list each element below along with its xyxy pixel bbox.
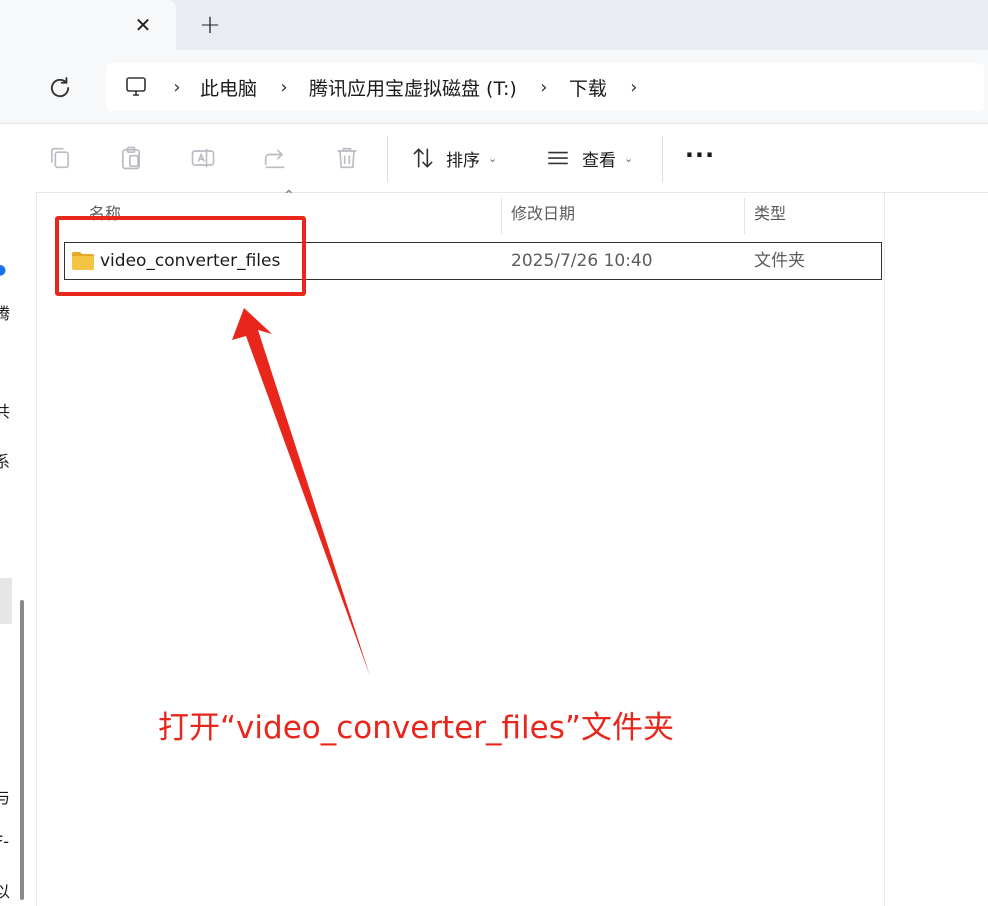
nav-item-fragment[interactable]: 共 [0, 398, 10, 422]
toolbar-divider [662, 136, 663, 182]
nav-item-fragment[interactable]: 与 [0, 784, 10, 808]
tab-bar: ✕ + [0, 0, 988, 50]
column-header-type[interactable]: 类型 [754, 192, 786, 236]
column-header-modified[interactable]: 修改日期 [511, 192, 575, 236]
list-view-icon [544, 145, 572, 171]
highlight-box [55, 216, 306, 296]
command-bar: 排序 ⌄ 查看 ⌄ ··· [0, 124, 988, 193]
view-button[interactable]: 查看 ⌄ [544, 142, 633, 174]
sort-ascending-icon: ⌃ [283, 188, 295, 204]
breadcrumb: › 此电脑 › 腾讯应用宝虚拟磁盘 (T:) › 下载 › [162, 63, 649, 111]
nav-selected-item[interactable] [0, 578, 12, 624]
nav-item-fragment[interactable]: F- [0, 832, 9, 851]
file-type: 文件夹 [754, 251, 805, 271]
breadcrumb-separator[interactable]: › [529, 77, 559, 98]
breadcrumb-separator[interactable]: › [162, 77, 192, 98]
navigation-pane: 腾 ● 共 系 与 F- 以 [0, 192, 37, 906]
toolbar-divider [387, 136, 388, 182]
breadcrumb-downloads[interactable]: 下载 [569, 74, 607, 101]
nav-item-fragment[interactable]: 以 [0, 878, 10, 902]
refresh-icon[interactable] [46, 74, 74, 102]
sort-label: 排序 [446, 150, 480, 171]
column-divider[interactable] [501, 198, 502, 234]
active-tab[interactable]: ✕ [0, 0, 176, 50]
column-divider[interactable] [744, 198, 745, 234]
file-modified-date: 2025/7/26 10:40 [511, 251, 653, 271]
nav-item-fragment[interactable]: 系 [0, 448, 10, 472]
close-tab-icon[interactable]: ✕ [130, 12, 156, 38]
share-icon[interactable] [261, 144, 289, 172]
sort-icon [410, 145, 436, 171]
view-label: 查看 [582, 150, 616, 171]
pane-divider [884, 192, 885, 906]
chevron-down-icon: ⌄ [624, 151, 634, 165]
paste-icon[interactable] [117, 144, 145, 172]
address-bar[interactable]: › 此电脑 › 腾讯应用宝虚拟磁盘 (T:) › 下载 › [106, 63, 984, 111]
breadcrumb-separator[interactable]: › [619, 77, 649, 98]
copy-icon[interactable] [46, 144, 74, 172]
new-tab-button[interactable]: + [196, 11, 224, 39]
delete-icon[interactable] [333, 144, 361, 172]
sort-button[interactable]: 排序 ⌄ [410, 142, 497, 174]
nav-scrollbar[interactable] [20, 600, 24, 900]
rename-icon[interactable] [189, 144, 217, 172]
annotation-text: 打开“video_converter_files”文件夹 [158, 710, 674, 746]
breadcrumb-separator[interactable]: › [269, 77, 299, 98]
breadcrumb-virtual-disk[interactable]: 腾讯应用宝虚拟磁盘 (T:) [309, 74, 517, 101]
more-options-button[interactable]: ··· [684, 142, 716, 174]
address-row: › 此电脑 › 腾讯应用宝虚拟磁盘 (T:) › 下载 › [0, 50, 988, 124]
breadcrumb-this-pc[interactable]: 此电脑 [200, 74, 257, 101]
chevron-down-icon: ⌄ [488, 151, 498, 165]
computer-icon[interactable] [124, 75, 148, 99]
nav-cloud-icon[interactable]: ● [0, 262, 6, 278]
nav-item-fragment[interactable]: 腾 [0, 300, 10, 324]
